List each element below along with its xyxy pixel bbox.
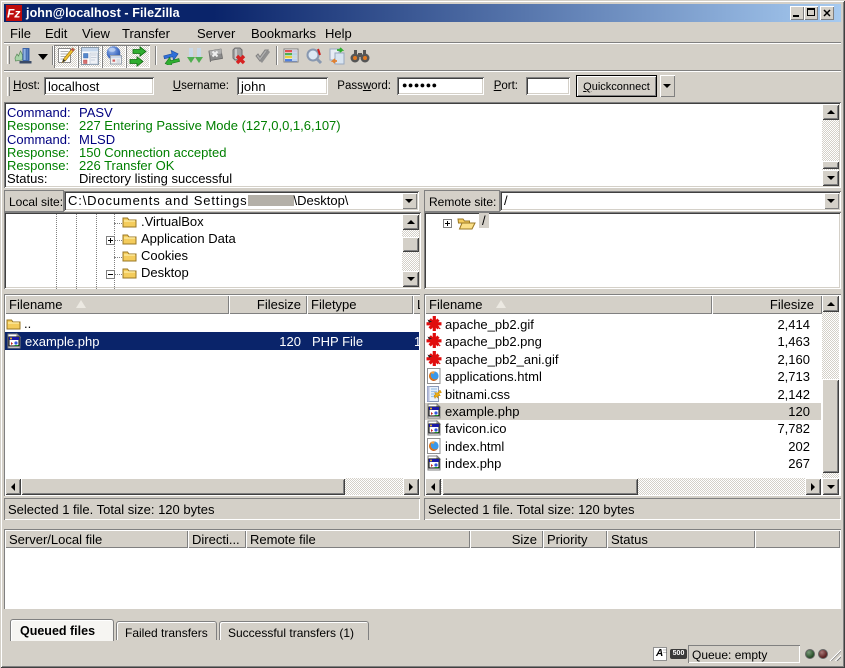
svg-text:Fz: Fz — [7, 7, 20, 21]
